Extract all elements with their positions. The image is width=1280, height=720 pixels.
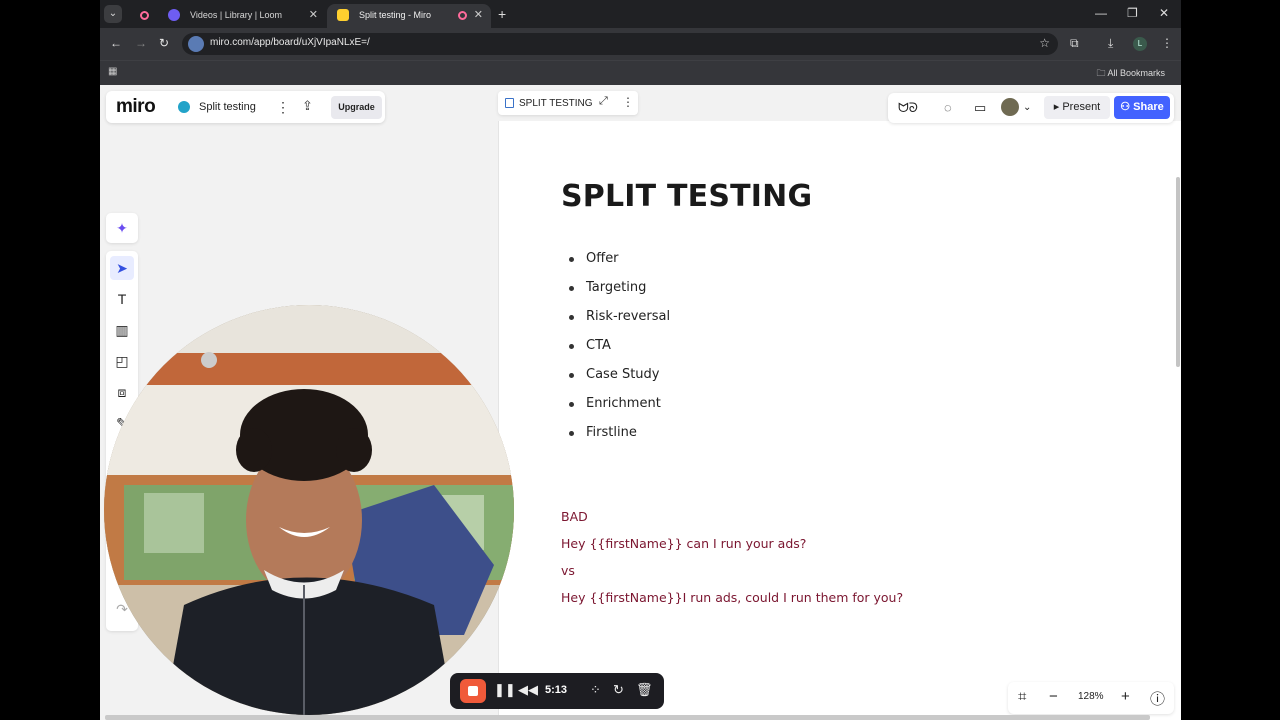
tab-label: Videos | Library | Loom <box>190 10 283 20</box>
select-cursor-icon[interactable]: ➤ <box>110 256 134 280</box>
tab-label: Split testing - Miro <box>359 10 432 20</box>
example-line: Hey {{firstName}}I run ads, could I run … <box>561 590 904 605</box>
export-icon[interactable]: ⇪ <box>302 98 313 114</box>
doc-menu-icon[interactable]: ⋮ <box>622 95 634 109</box>
screen: ⌄ Videos | Library | Loom ✕ Split testin… <box>0 0 1280 720</box>
webcam-video <box>104 305 514 715</box>
comments-icon[interactable]: ◌ <box>944 100 952 115</box>
sticky-note-icon[interactable]: ◰ <box>110 349 134 373</box>
back-icon[interactable]: ← <box>110 36 122 50</box>
document-icon <box>505 98 514 108</box>
bookmarks-bar: ▦ 🗀 All Bookmarks <box>100 60 1181 85</box>
recorder-controls: ❚❚ ◀◀ 5:13 ⁘ ↻ 🗑 <box>450 673 664 709</box>
close-tab-icon[interactable]: ✕ <box>309 4 318 26</box>
zoom-controls: ⌗ − 128% + ⓘ <box>1008 682 1174 714</box>
templates-icon[interactable]: ▥ <box>110 318 134 342</box>
list-item: Risk-reversal <box>569 309 670 338</box>
zoom-out-icon[interactable]: − <box>1049 688 1058 705</box>
list-item: Firstline <box>569 425 670 454</box>
text-tool-icon[interactable]: T <box>110 287 134 311</box>
collab-toolbar: ᗢᘐ ◌ ▭ ⌄ ▸ Present ⚇ Share <box>888 93 1174 123</box>
tab-miro[interactable]: Split testing - Miro ✕ <box>327 4 491 28</box>
miro-logo[interactable]: miro <box>116 96 156 118</box>
close-tab-icon[interactable]: ✕ <box>474 4 483 26</box>
doc-title: SPLIT TESTING <box>561 179 813 214</box>
apps-grid-icon[interactable]: ▦ <box>108 66 117 77</box>
minimize-button[interactable]: — <box>1095 6 1107 20</box>
reload-icon[interactable]: ↻ <box>159 36 169 50</box>
horizontal-scrollbar[interactable] <box>105 715 1150 720</box>
collaborator-avatar[interactable] <box>1001 98 1019 116</box>
board-menu-icon[interactable]: ⋮ <box>276 99 290 116</box>
share-label: Share <box>1133 101 1164 113</box>
video-call-icon[interactable]: ▭ <box>974 100 986 116</box>
example-line: vs <box>561 563 575 578</box>
vertical-scrollbar[interactable] <box>1176 177 1180 367</box>
board-header: miro Split testing ⋮ ⇪ Upgrade <box>106 91 385 123</box>
pause-icon[interactable]: ❚❚ <box>494 682 516 698</box>
doc-tab-label[interactable]: SPLIT TESTING <box>519 98 593 109</box>
webcam-bubble[interactable] <box>104 305 514 715</box>
miro-favicon-icon <box>337 9 349 21</box>
close-window-button[interactable]: ✕ <box>1159 6 1169 20</box>
share-button[interactable]: ⚇ Share <box>1114 96 1170 119</box>
extensions-icon[interactable]: ⧉ <box>1070 36 1079 51</box>
expand-icon[interactable]: ⤢ <box>599 95 608 108</box>
chevron-down-icon[interactable]: ⌄ <box>1023 102 1031 113</box>
ai-assist: ✦ <box>106 213 138 243</box>
zoom-in-icon[interactable]: + <box>1121 688 1130 705</box>
record-icon <box>458 11 467 20</box>
example-lines: BAD Hey {{firstName}} can I run your ads… <box>561 509 903 617</box>
maximize-button[interactable]: ❐ <box>1127 6 1138 20</box>
present-label: Present <box>1062 101 1101 113</box>
zoom-level[interactable]: 128% <box>1078 691 1104 702</box>
all-bookmarks[interactable]: 🗀 All Bookmarks <box>1096 66 1165 82</box>
restart-icon[interactable]: ↻ <box>613 682 624 698</box>
fit-frame-icon[interactable]: ⌗ <box>1018 688 1026 705</box>
tab-loom[interactable]: Videos | Library | Loom ✕ <box>158 4 326 28</box>
browser-toolbar: ← → ↻ miro.com/app/board/uXjVIpaNLxE=/ ☆… <box>100 28 1181 60</box>
reactions-icon[interactable]: ᗢᘐ <box>898 100 918 116</box>
present-button[interactable]: ▸ Present <box>1044 96 1110 119</box>
address-bar[interactable]: miro.com/app/board/uXjVIpaNLxE=/ ☆ <box>182 33 1058 55</box>
list-item: Offer <box>569 251 670 280</box>
list-item: Targeting <box>569 280 670 309</box>
record-icon <box>140 11 149 20</box>
browser-menu-icon[interactable]: ⋮ <box>1161 36 1173 50</box>
bookmark-star-icon[interactable]: ☆ <box>1039 36 1050 50</box>
bullet-list: Offer Targeting Risk-reversal CTA Case S… <box>569 251 670 454</box>
drag-handle-icon[interactable]: ⁘ <box>590 682 601 698</box>
upgrade-button[interactable]: Upgrade <box>331 96 382 119</box>
all-bookmarks-label: All Bookmarks <box>1107 68 1165 78</box>
list-item: Case Study <box>569 367 670 396</box>
list-item: Enrichment <box>569 396 670 425</box>
globe-icon <box>178 101 190 113</box>
sparkle-icon[interactable]: ✦ <box>110 216 134 240</box>
delete-icon[interactable]: 🗑 <box>636 682 653 698</box>
download-icon[interactable]: ⤓ <box>1108 36 1113 51</box>
profile-avatar[interactable]: L <box>1133 37 1147 51</box>
tab-recording[interactable] <box>136 4 158 28</box>
recording-timer: 5:13 <box>545 684 568 696</box>
stop-recording-button[interactable] <box>460 679 486 703</box>
shapes-icon[interactable]: ⧈ <box>110 380 134 404</box>
example-line: BAD <box>561 509 588 524</box>
doc-header: SPLIT TESTING ⤢ ⋮ <box>498 91 638 115</box>
new-tab-button[interactable]: + <box>498 6 506 22</box>
url-text: miro.com/app/board/uXjVIpaNLxE=/ <box>210 37 370 48</box>
help-icon[interactable]: ⓘ <box>1150 688 1165 709</box>
tab-strip: ⌄ Videos | Library | Loom ✕ Split testin… <box>100 0 1181 28</box>
rewind-icon[interactable]: ◀◀ <box>518 682 538 698</box>
loom-favicon-icon <box>168 9 180 21</box>
tab-search-button[interactable]: ⌄ <box>104 5 122 23</box>
list-item: CTA <box>569 338 670 367</box>
document-panel[interactable]: SPLIT TESTING Offer Targeting Risk-rever… <box>498 121 1181 720</box>
forward-icon[interactable]: → <box>135 36 147 50</box>
site-info-icon[interactable] <box>188 36 204 52</box>
board-name[interactable]: Split testing <box>199 101 256 113</box>
example-line: Hey {{firstName}} can I run your ads? <box>561 536 807 551</box>
